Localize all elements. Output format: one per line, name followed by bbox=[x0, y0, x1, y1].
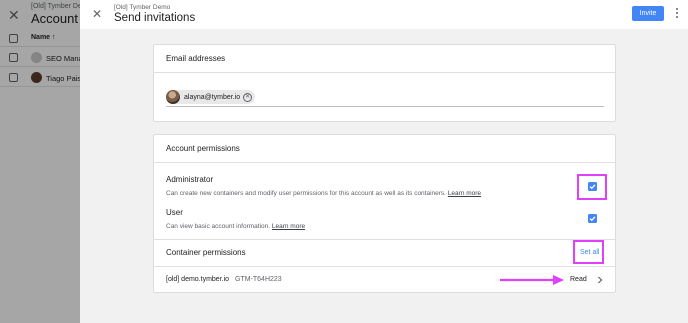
divider bbox=[154, 239, 615, 240]
permission-label-administrator: Administrator bbox=[166, 175, 214, 184]
chip-email: alayna@tymber.io bbox=[184, 93, 241, 101]
more-vert-icon[interactable] bbox=[674, 8, 680, 20]
container-id: GTM-T64H223 bbox=[235, 276, 282, 283]
invite-button[interactable]: Invite bbox=[632, 6, 664, 21]
dialog-header: ✕ [Old] Tymber Demo Send invitations Inv… bbox=[80, 0, 688, 29]
annotation-arrow bbox=[500, 275, 564, 285]
highlight-box bbox=[573, 240, 604, 264]
send-invitations-dialog: ✕ [Old] Tymber Demo Send invitations Inv… bbox=[80, 0, 688, 323]
chevron-right-icon[interactable] bbox=[597, 276, 603, 284]
account-permissions-card: Account permissions Administrator Can cr… bbox=[153, 134, 616, 293]
user-checkbox[interactable] bbox=[588, 214, 597, 223]
dialog-subtitle: [Old] Tymber Demo bbox=[114, 4, 171, 11]
container-role[interactable]: Read bbox=[570, 276, 587, 283]
learn-more-link[interactable]: Learn more bbox=[448, 190, 481, 197]
permission-label-user: User bbox=[166, 208, 183, 217]
email-addresses-card: Email addresses alayna@tymber.io ✕ bbox=[153, 44, 616, 122]
container-name: [old] demo.tymber.io bbox=[166, 276, 230, 283]
account-card-title: Account permissions bbox=[166, 144, 240, 153]
email-chip[interactable]: alayna@tymber.io ✕ bbox=[166, 90, 256, 104]
email-card-title: Email addresses bbox=[166, 54, 226, 63]
divider bbox=[154, 72, 615, 73]
remove-chip-icon[interactable]: ✕ bbox=[243, 92, 253, 102]
learn-more-link[interactable]: Learn more bbox=[272, 223, 305, 230]
container-permissions-title: Container permissions bbox=[166, 248, 246, 257]
highlight-box bbox=[577, 174, 607, 200]
avatar bbox=[166, 90, 180, 104]
divider bbox=[154, 266, 615, 267]
permission-description-administrator: Can create new containers and modify use… bbox=[166, 190, 482, 197]
divider bbox=[154, 162, 615, 163]
close-icon[interactable]: ✕ bbox=[91, 8, 103, 20]
email-input[interactable] bbox=[166, 106, 604, 107]
permission-description-user: Can view basic account information. Lear… bbox=[166, 223, 306, 230]
dialog-title: Send invitations bbox=[114, 12, 196, 24]
